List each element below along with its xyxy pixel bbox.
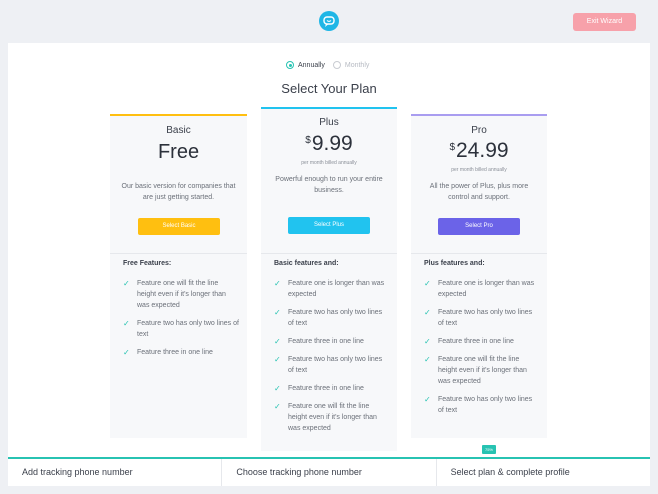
wizard-steps: Add tracking phone number Choose trackin…: [8, 457, 650, 486]
progress-badge: 75%: [482, 445, 496, 454]
annually-radio[interactable]: [286, 61, 294, 69]
plan-price: $24.99: [411, 139, 547, 163]
monthly-radio[interactable]: [332, 61, 341, 69]
list-item: ✓ Feature one will fit the line height ev…: [123, 279, 226, 309]
select-plus-button[interactable]: Select Plus: [288, 217, 370, 234]
list-item: ✓ Feature one will fit the line height ev…: [424, 355, 527, 385]
divider: [261, 253, 397, 254]
check-icon: ✓: [274, 279, 281, 288]
top-bar: Exit Wizard: [0, 0, 658, 43]
card-accent-bar: [110, 114, 247, 116]
check-icon: ✓: [424, 279, 431, 288]
list-item: ✓ Feature three in one line: [123, 348, 213, 357]
plan-description: Powerful enough to run your entire busin…: [275, 176, 383, 194]
billing-toggle: Annually Monthly: [286, 59, 369, 71]
list-item: ✓ Feature two has only two lines of text: [424, 308, 533, 327]
billing-note: per month billed annually: [301, 160, 357, 166]
list-item: ✓ Feature three in one line: [424, 337, 514, 346]
check-icon: ✓: [424, 308, 431, 317]
billing-note: per month billed annually: [451, 167, 507, 173]
price-amount: 9.99: [311, 132, 353, 155]
check-icon: ✓: [424, 337, 431, 346]
exit-wizard-button[interactable]: Exit Wizard: [573, 13, 636, 31]
plan-card-pro: Pro $24.99 per month billed annually All…: [411, 114, 547, 438]
check-icon: ✓: [123, 348, 130, 357]
check-icon: ✓: [274, 355, 281, 364]
plan-price: $9.99: [261, 132, 397, 156]
features-title: Free Features:: [123, 260, 172, 267]
list-item: ✓ Feature two has only two lines of text: [123, 319, 239, 338]
step-add-tracking-number[interactable]: Add tracking phone number: [8, 459, 223, 486]
list-item: ✓ Feature two has only two lines of text: [424, 395, 533, 414]
list-item: ✓ Feature three in one line: [274, 337, 364, 346]
list-item: ✓ Feature three in one line: [274, 384, 364, 393]
check-icon: ✓: [424, 395, 431, 404]
plan-name: Basic: [166, 125, 191, 136]
annually-label[interactable]: Annually: [298, 62, 325, 69]
select-basic-button[interactable]: Select Basic: [138, 218, 220, 235]
currency-symbol: $: [305, 135, 311, 146]
check-icon: ✓: [274, 308, 281, 317]
feature-list: ✓ Feature one is longer than was expected…: [424, 278, 539, 423]
check-icon: ✓: [274, 337, 281, 346]
plan-price: Free: [157, 141, 200, 163]
list-item: ✓ Feature one is longer than was expected: [274, 279, 385, 298]
plan-card-basic: Basic Free Our basic version for compani…: [110, 114, 247, 438]
list-item: ✓ Feature two has only two lines of text: [274, 355, 383, 374]
plan-name: Pro: [471, 125, 487, 136]
step-select-plan[interactable]: Select plan & complete profile: [437, 459, 650, 486]
monthly-label[interactable]: Monthly: [345, 62, 370, 69]
card-accent-bar: [261, 107, 397, 109]
price-amount: 24.99: [456, 139, 509, 162]
list-item: ✓ Feature one will fit the line height ev…: [274, 402, 377, 432]
plan-description: Our basic version for companies that are…: [121, 183, 236, 201]
currency-symbol: $: [449, 142, 455, 153]
features-title: Basic features and:: [274, 260, 339, 267]
feature-list: ✓ Feature one is longer than was expected…: [274, 278, 389, 441]
divider: [411, 253, 547, 254]
list-item: ✓ Feature one is longer than was expected: [424, 279, 535, 298]
select-pro-button[interactable]: Select Pro: [438, 218, 520, 235]
plan-name: Plus: [319, 117, 339, 128]
check-icon: ✓: [123, 279, 130, 288]
step-choose-tracking-number[interactable]: Choose tracking phone number: [222, 459, 437, 486]
check-icon: ✓: [123, 319, 130, 328]
features-title: Plus features and:: [424, 260, 485, 267]
plan-description: All the power of Plus, plus more control…: [429, 183, 529, 201]
check-icon: ✓: [274, 384, 281, 393]
page-title: Select Your Plan: [281, 81, 377, 96]
divider: [110, 253, 247, 254]
check-icon: ✓: [274, 402, 281, 411]
check-icon: ✓: [424, 355, 431, 364]
list-item: ✓ Feature two has only two lines of text: [274, 308, 383, 327]
chat-bubble-logo-icon: [319, 11, 339, 31]
plan-card-plus: Plus $9.99 per month billed annually Pow…: [261, 107, 397, 451]
card-accent-bar: [411, 114, 547, 116]
feature-list: ✓ Feature one will fit the line height ev…: [123, 278, 239, 365]
